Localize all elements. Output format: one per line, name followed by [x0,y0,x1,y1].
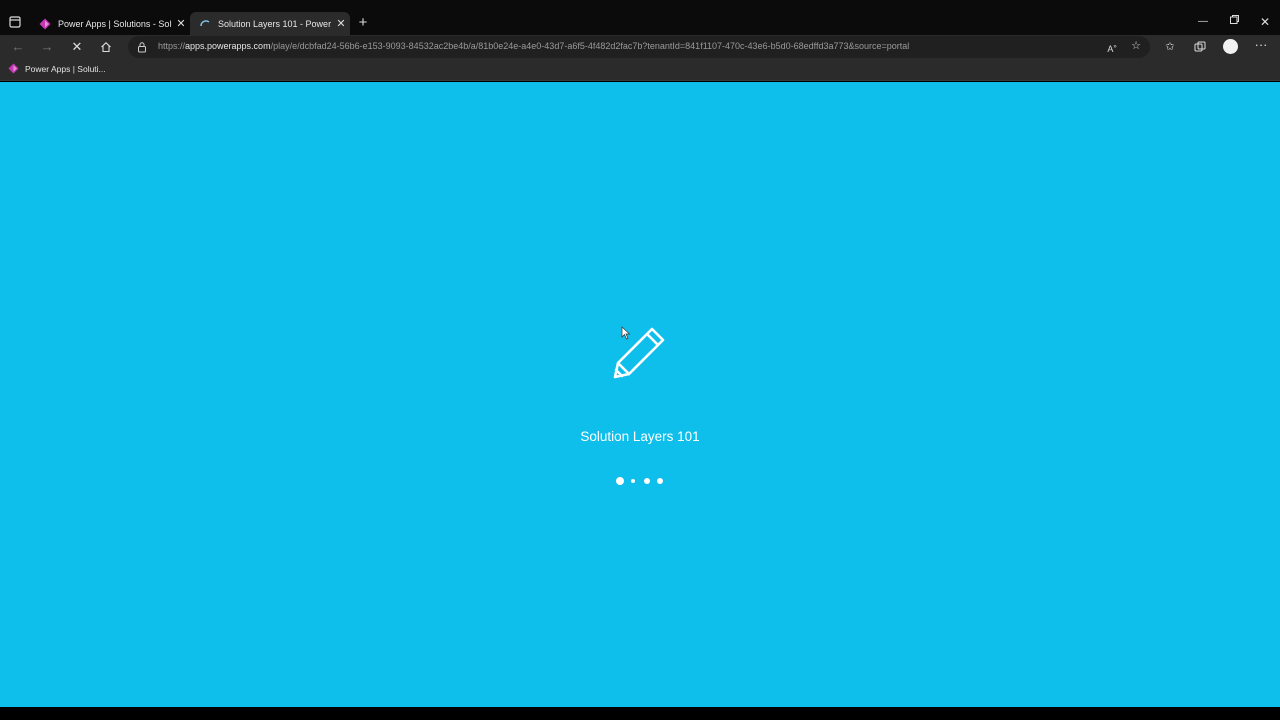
favorite-star-icon[interactable]: ☆ [1128,38,1144,54]
powerapps-icon [8,63,19,74]
address-bar[interactable]: https://apps.powerapps.com/play/e/dcbfad… [128,36,1150,58]
close-tab-icon[interactable]: ✕ [334,17,348,30]
loading-dot [657,478,663,484]
tab-title: Power Apps | Solutions - Solutio [58,18,172,29]
url-host: apps.powerapps.com [185,41,271,51]
bookmarks-bar: Power Apps | Soluti... [0,59,1280,81]
minimize-icon[interactable]: — [1193,14,1213,30]
loading-dot [631,479,635,483]
loading-spinner-icon [200,19,210,26]
tab-strip: Power Apps | Solutions - Solutio ✕ Solut… [0,0,1280,35]
url-scheme: https:// [158,41,186,51]
new-tab-icon[interactable]: + [354,14,372,32]
app-title: Solution Layers 101 [580,429,700,444]
url-path: /play/e/dcbfad24-56b6-e153-9093-84532ac2… [270,41,910,51]
powerapps-icon [39,18,51,29]
bookmark-label: Power Apps | Soluti... [25,63,106,74]
tab-title: Solution Layers 101 - Power App [218,18,332,29]
forward-icon[interactable]: → [38,38,56,56]
mouse-cursor-icon [621,326,631,340]
loading-indicator [614,476,666,486]
collections-icon[interactable] [1192,39,1208,55]
read-aloud-icon[interactable]: A» [1104,39,1120,55]
lock-icon[interactable] [136,41,148,53]
profile-avatar[interactable] [1223,39,1238,54]
tab-actions-icon[interactable] [6,13,24,31]
close-window-icon[interactable]: ✕ [1255,14,1275,30]
bookmark-power-apps-solutions[interactable]: Power Apps | Soluti... [8,63,106,74]
more-menu-icon[interactable]: ··· [1253,38,1269,55]
stop-loading-icon[interactable]: ✕ [68,38,86,56]
tab-solution-layers[interactable]: Solution Layers 101 - Power App ✕ [190,12,350,35]
tab-power-apps-solutions[interactable]: Power Apps | Solutions - Solutio ✕ [30,12,188,35]
app-splash-screen: Solution Layers 101 [0,82,1280,707]
url-text[interactable]: https://apps.powerapps.com/play/e/dcbfad… [158,41,909,51]
home-icon[interactable] [97,38,115,56]
close-tab-icon[interactable]: ✕ [174,17,188,30]
browser-toolbar: ← → ✕ https://apps.powerapps.com/play/e/… [0,35,1280,59]
loading-dot [616,477,624,485]
loading-dot [644,478,650,484]
favorites-icon[interactable]: ✩ [1162,39,1178,55]
back-icon[interactable]: ← [9,38,27,56]
restore-icon[interactable] [1224,14,1244,30]
pencil-icon [613,327,665,379]
bottom-edge [0,707,1280,720]
